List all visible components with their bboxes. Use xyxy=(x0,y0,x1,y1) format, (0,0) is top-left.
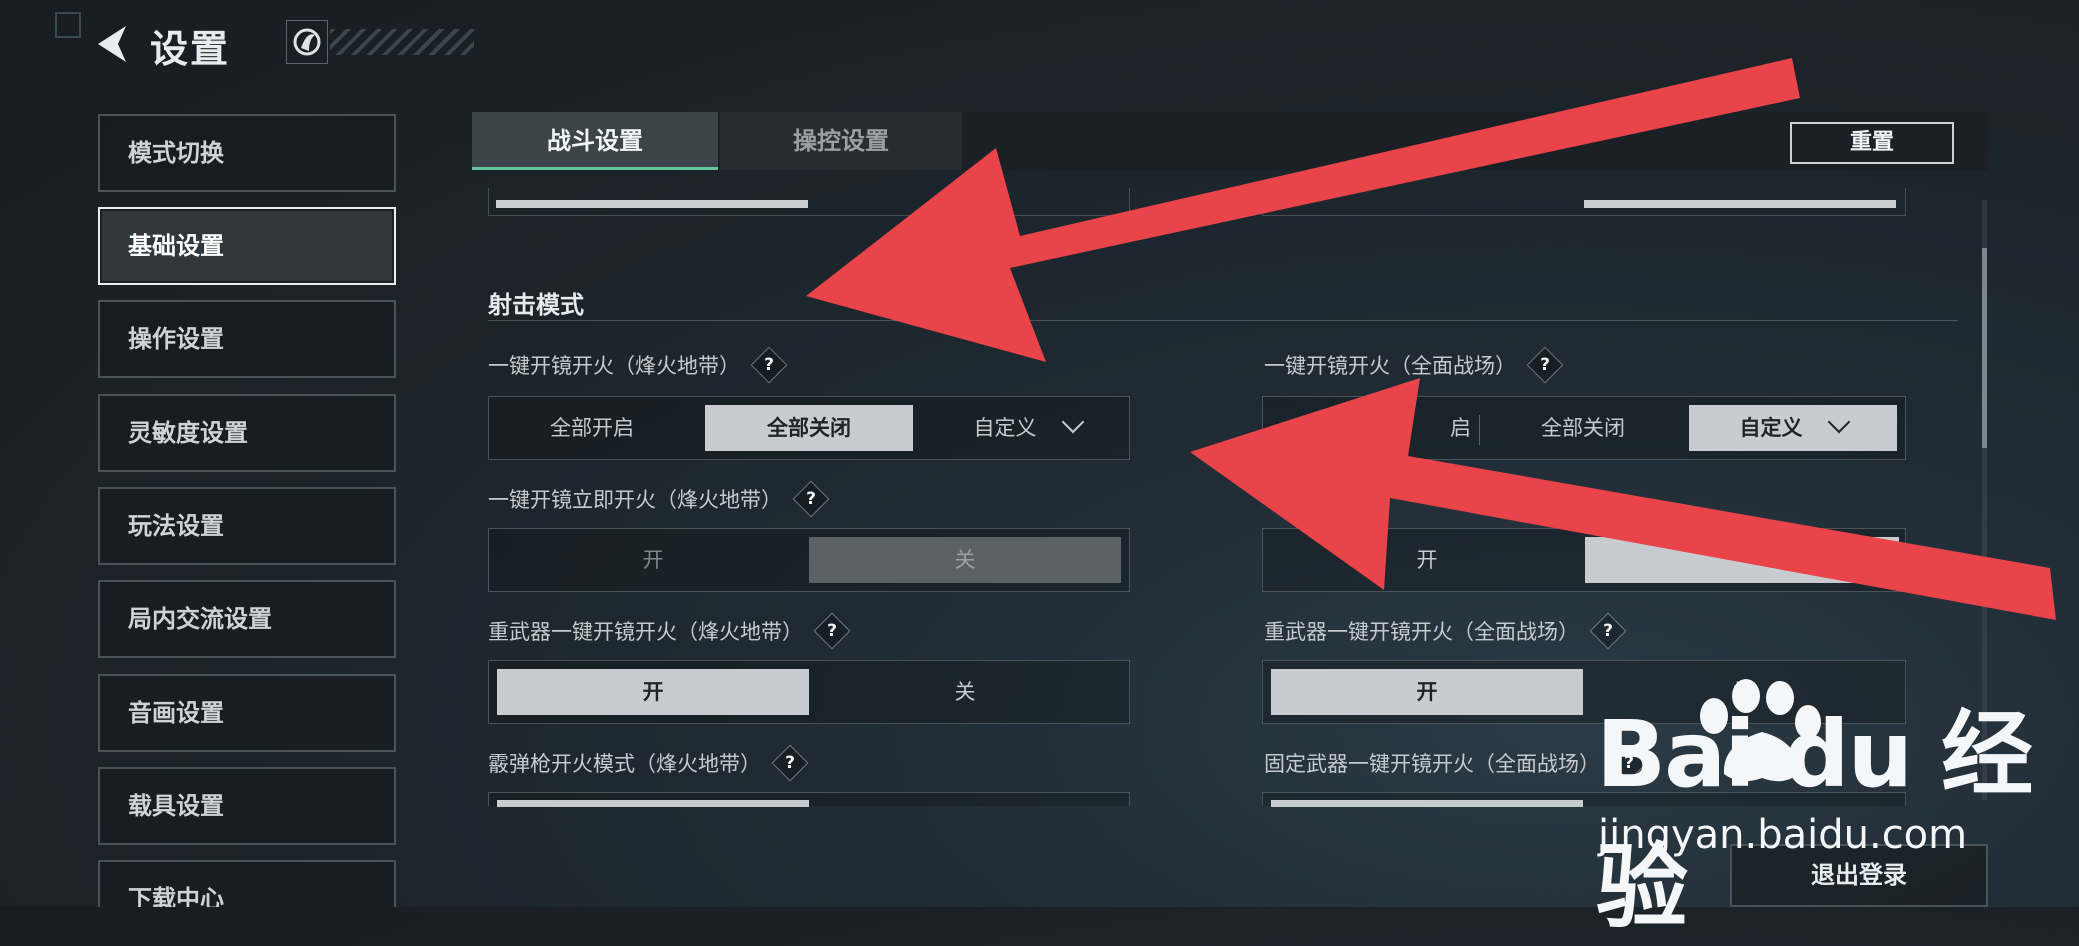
watermark-url: jingyan.baidu.com xyxy=(1598,812,1968,858)
annotation-arrow xyxy=(1190,378,2056,620)
annotation-arrow xyxy=(806,58,1800,362)
